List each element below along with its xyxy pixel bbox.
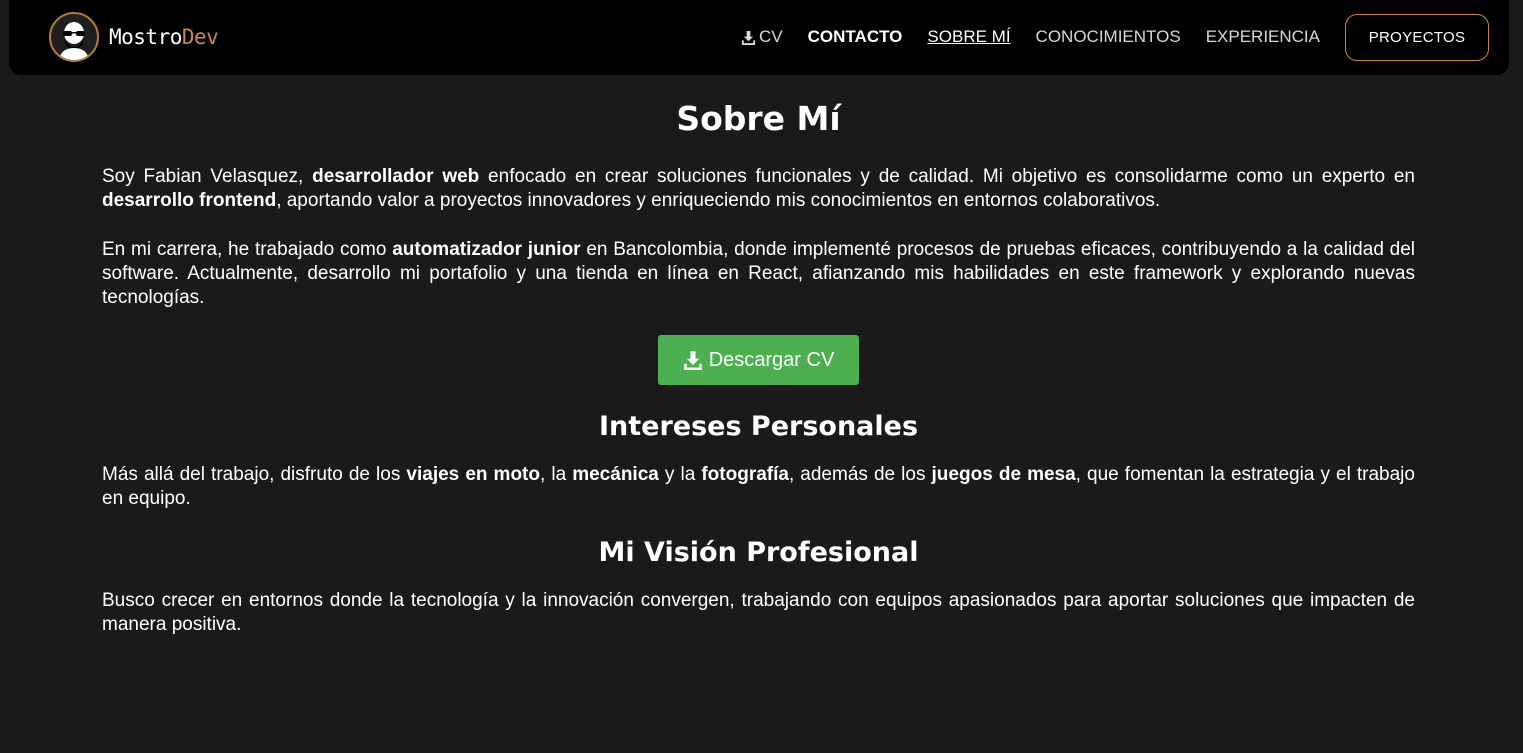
bold-text: fotografía bbox=[701, 464, 789, 485]
nav-contacto-link[interactable]: CONTACTO bbox=[808, 27, 903, 47]
nav-cv-label: CV bbox=[759, 27, 783, 46]
brand[interactable]: MostroDev bbox=[49, 11, 219, 63]
vision-title: Mi Visión Profesional bbox=[598, 537, 919, 568]
nav-cv-link[interactable]: CV bbox=[741, 27, 783, 47]
nav-experiencia-link[interactable]: EXPERIENCIA bbox=[1206, 27, 1320, 47]
text-span: En mi carrera, he trabajado como bbox=[102, 239, 393, 260]
download-cv-button[interactable]: Descargar CV bbox=[658, 335, 859, 385]
bold-text: automatizador junior bbox=[392, 239, 581, 260]
nav-conocimientos-link[interactable]: CONOCIMIENTOS bbox=[1036, 27, 1181, 47]
bold-text: desarrollador web bbox=[312, 166, 480, 187]
download-wrap: Descargar CV bbox=[102, 335, 1415, 385]
text-span: enfocado en crear soluciones funcionales… bbox=[479, 166, 1415, 187]
download-cv-label: Descargar CV bbox=[708, 348, 835, 371]
bold-text: juegos de mesa bbox=[931, 464, 1076, 485]
about-paragraph-2: En mi carrera, he trabajado como automat… bbox=[102, 238, 1415, 310]
main-content: Sobre Mí Soy Fabian Velasquez, desarroll… bbox=[102, 90, 1415, 637]
avatar-logo-icon[interactable] bbox=[49, 12, 99, 62]
text-span: y la bbox=[658, 464, 702, 485]
text-span: Más allá del trabajo, disfruto de los bbox=[102, 464, 407, 485]
bold-text: desarrollo frontend bbox=[102, 190, 277, 211]
brand-name[interactable]: MostroDev bbox=[109, 25, 219, 49]
vision-paragraph: Busco crecer en entornos donde la tecnol… bbox=[102, 590, 1415, 635]
text-span: Soy Fabian Velasquez, bbox=[102, 166, 313, 187]
nav-links: CV CONTACTO SOBRE MÍ CONOCIMIENTOS EXPER… bbox=[716, 13, 1489, 61]
interests-section: Intereses Personales Más allá del trabaj… bbox=[102, 407, 1415, 511]
about-title: Sobre Mí bbox=[676, 99, 841, 138]
interests-paragraph: Más allá del trabajo, disfruto de los vi… bbox=[102, 463, 1415, 511]
text-span: , aportando valor a proyectos innovadore… bbox=[276, 190, 1161, 211]
navbar: MostroDev CV CONTACTO SOBRE MÍ CONOCIMIE… bbox=[9, 0, 1509, 75]
nav-proyectos-button[interactable]: PROYECTOS bbox=[1345, 13, 1489, 61]
text-span: , la bbox=[540, 464, 573, 485]
brand-name-main: Mostro bbox=[109, 25, 182, 49]
about-section: Sobre Mí Soy Fabian Velasquez, desarroll… bbox=[102, 90, 1415, 385]
interests-title: Intereses Personales bbox=[598, 411, 919, 442]
bold-text: mecánica bbox=[572, 464, 659, 485]
vision-section: Mi Visión Profesional Busco crecer en en… bbox=[102, 533, 1415, 637]
about-paragraph-1: Soy Fabian Velasquez, desarrollador web … bbox=[102, 165, 1415, 213]
download-icon bbox=[683, 350, 703, 370]
text-span: , además de los bbox=[788, 464, 932, 485]
download-icon bbox=[741, 30, 756, 45]
bold-text: viajes en moto bbox=[406, 464, 540, 485]
brand-name-accent: Dev bbox=[181, 25, 219, 49]
nav-sobre-mi-link[interactable]: SOBRE MÍ bbox=[927, 27, 1010, 47]
